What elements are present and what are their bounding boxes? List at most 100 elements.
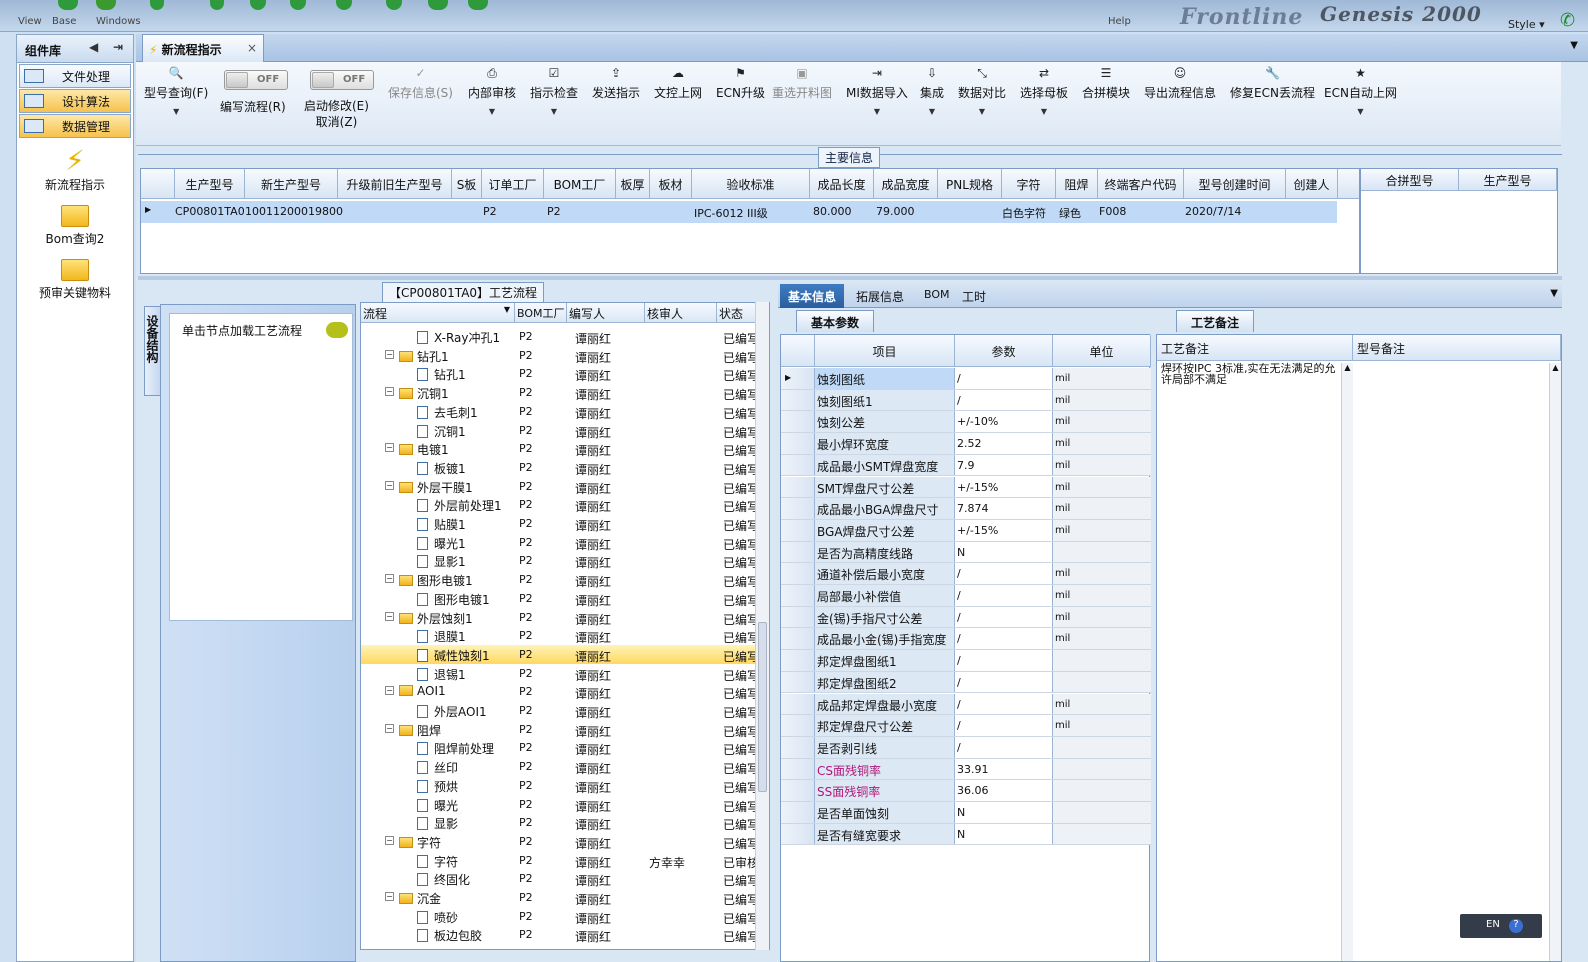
scroll-thumb[interactable]: [758, 622, 767, 792]
col-header[interactable]: 单位: [1053, 335, 1151, 367]
col-header[interactable]: 型号创建时间: [1184, 169, 1286, 199]
flow-row[interactable]: − 沉铜1 P2 谭丽红 已编写: [361, 383, 761, 402]
process-note-text[interactable]: 焊环按IPC 3标准,实在无法满足的允许局部不满足: [1161, 363, 1341, 385]
close-tab-icon[interactable]: ×: [247, 41, 257, 55]
col-header[interactable]: 型号备注: [1353, 335, 1561, 361]
param-value[interactable]: 2.52: [955, 433, 1053, 454]
flow-row[interactable]: 丝印 P2 谭丽红 已编写: [361, 757, 761, 776]
notes-scrollbar[interactable]: ▲: [1341, 363, 1353, 961]
param-row[interactable]: 是否剥引线 /: [781, 736, 1151, 759]
select-master-button[interactable]: ⇄ 选择母板 ▼: [1020, 66, 1068, 116]
flow-row[interactable]: 曝光 P2 谭丽红 已编写: [361, 795, 761, 814]
flow-row[interactable]: − 字符 P2 谭丽红 已编写: [361, 832, 761, 851]
param-value[interactable]: +/-15%: [955, 476, 1053, 498]
param-row[interactable]: 成品最小金(锡)手指宽度 / mil: [781, 628, 1151, 651]
flow-row[interactable]: 显影1 P2 谭丽红 已编写: [361, 551, 761, 570]
mi-import-button[interactable]: ⇥ MI数据导入 ▼: [846, 66, 908, 116]
param-row[interactable]: SMT焊盘尺寸公差 +/-15% mil: [781, 476, 1151, 499]
tab-bom[interactable]: BOM: [916, 284, 958, 308]
flow-row[interactable]: 沉铜1 P2 谭丽红 已编写: [361, 421, 761, 440]
model-notes-scrollbar[interactable]: ▲: [1549, 363, 1561, 961]
collapse-icon[interactable]: −: [385, 723, 394, 733]
param-row[interactable]: 邦定焊盘图纸1/: [781, 650, 1151, 672]
item-preaudit-materials[interactable]: 预审关键物料: [17, 255, 133, 301]
param-row[interactable]: 蚀刻公差 +/-10% mil: [781, 411, 1151, 434]
param-row[interactable]: 通道补偿后最小宽度 / mil: [781, 563, 1151, 585]
collapse-icon[interactable]: −: [385, 686, 394, 696]
model-query-button[interactable]: 🔍 型号查询(F) ▼: [144, 66, 208, 116]
tab-list-dropdown-icon[interactable]: ▼: [1570, 40, 1578, 51]
table-row[interactable]: ▶ CP00801TA0 10011200019800 P2 P2 IPC-60…: [141, 201, 1337, 223]
edit-flow-toggle[interactable]: OFF: [224, 70, 288, 90]
param-row[interactable]: ▶ 蚀刻图纸 / mil: [781, 368, 1151, 390]
flow-row[interactable]: 去毛刺1 P2 谭丽红 已编写: [361, 402, 761, 421]
merge-module-button[interactable]: ☰ 合拼模块: [1082, 66, 1130, 101]
dropdown-icon[interactable]: ▼: [1324, 107, 1397, 116]
param-value[interactable]: /: [955, 715, 1053, 736]
param-value[interactable]: N: [955, 823, 1053, 845]
flow-row[interactable]: 贴膜1 P2 谭丽红 已编写: [361, 514, 761, 533]
flow-row[interactable]: − 外层蚀刻1 P2 谭丽红 已编写: [361, 608, 761, 627]
flow-row[interactable]: − 阻焊 P2 谭丽红 已编写: [361, 720, 761, 739]
repair-ecn-button[interactable]: 🔧 修复ECN丢流程: [1230, 66, 1315, 101]
col-header[interactable]: 生产型号: [1459, 169, 1557, 191]
flow-row[interactable]: 图形电镀1 P2 谭丽红 已编写: [361, 589, 761, 608]
param-value[interactable]: /: [955, 368, 1053, 389]
param-row[interactable]: 邦定焊盘图纸2/: [781, 671, 1151, 694]
param-value[interactable]: /: [955, 671, 1053, 693]
param-row[interactable]: 是否有缝宽要求 N: [781, 823, 1151, 846]
col-header[interactable]: BOM工厂: [544, 169, 616, 199]
collapse-icon[interactable]: −: [385, 387, 394, 397]
auto-modify-toggle[interactable]: OFF: [310, 70, 374, 90]
param-row[interactable]: CS面残铜率 33.91: [781, 758, 1151, 781]
col-header[interactable]: 参数: [955, 335, 1053, 367]
col-header[interactable]: 订单工厂: [482, 169, 544, 199]
flow-row[interactable]: 字符 P2 谭丽红 方幸幸 已审核: [361, 851, 761, 870]
col-header[interactable]: 终端客户代码: [1098, 169, 1184, 199]
collapse-icon[interactable]: −: [385, 835, 394, 845]
data-compare-button[interactable]: ⤡ 数据对比 ▼: [958, 66, 1006, 116]
param-value[interactable]: 7.9: [955, 454, 1053, 476]
ime-indicator[interactable]: EN ?: [1460, 914, 1542, 938]
param-value[interactable]: N: [955, 802, 1053, 823]
flow-scrollbar[interactable]: [755, 302, 769, 950]
col-header[interactable]: 流程 ▼: [361, 303, 515, 323]
param-row[interactable]: 金(锡)手指尺寸公差 / mil: [781, 606, 1151, 629]
export-flow-button[interactable]: ☺ 导出流程信息: [1144, 66, 1216, 101]
param-row[interactable]: 邦定焊盘尺寸公差 / mil: [781, 715, 1151, 737]
flow-row[interactable]: − 电镀1 P2 谭丽红 已编写: [361, 439, 761, 458]
col-header[interactable]: 字符: [1002, 169, 1056, 199]
ecn-upgrade-button[interactable]: ⚑ ECN升级: [716, 66, 765, 101]
send-instruction-button[interactable]: ⇪ 发送指示: [592, 66, 640, 101]
menu-view[interactable]: View: [18, 16, 42, 27]
param-value[interactable]: /: [955, 650, 1053, 671]
flow-row[interactable]: 退膜1 P2 谭丽红 已编写: [361, 626, 761, 645]
col-header[interactable]: 验收标准: [692, 169, 810, 199]
flow-row[interactable]: 阻焊前处理 P2 谭丽红 已编写: [361, 738, 761, 757]
menu-base[interactable]: Base: [52, 16, 76, 27]
tab-hours[interactable]: 工时: [954, 284, 994, 308]
splitter[interactable]: [138, 276, 1562, 280]
col-header[interactable]: 成品长度: [810, 169, 874, 199]
col-header[interactable]: 板厚: [616, 169, 650, 199]
param-value[interactable]: /: [955, 585, 1053, 606]
col-header[interactable]: 阻焊: [1056, 169, 1098, 199]
param-row[interactable]: 成品最小SMT焊盘宽度 7.9 mil: [781, 454, 1151, 477]
flow-row[interactable]: − 图形电镀1 P2 谭丽红 已编写: [361, 570, 761, 589]
col-header[interactable]: 编写人: [567, 303, 645, 323]
tab-process-notes[interactable]: 工艺备注: [1176, 310, 1255, 332]
param-value[interactable]: /: [955, 628, 1053, 650]
dropdown-icon[interactable]: ▼: [958, 107, 1006, 116]
collapse-icon[interactable]: −: [385, 611, 394, 621]
flow-row[interactable]: − 钻孔1 P2 谭丽红 已编写: [361, 346, 761, 365]
tab-extended-info[interactable]: 拓展信息: [848, 284, 912, 308]
col-header[interactable]: 工艺备注: [1157, 335, 1353, 361]
internal-review-button[interactable]: ⎙ 内部审核 ▼: [468, 66, 516, 116]
col-header[interactable]: 合拼型号: [1361, 169, 1459, 191]
upload-doc-button[interactable]: ☁ 文控上网: [654, 66, 702, 101]
param-value[interactable]: /: [955, 693, 1053, 715]
tab-basic-info[interactable]: 基本信息: [780, 284, 845, 308]
tab-new-flow[interactable]: ⚡ 新流程指示 ×: [142, 34, 264, 62]
group-data-management[interactable]: 数据管理: [19, 114, 131, 138]
collapse-icon[interactable]: −: [385, 443, 394, 453]
